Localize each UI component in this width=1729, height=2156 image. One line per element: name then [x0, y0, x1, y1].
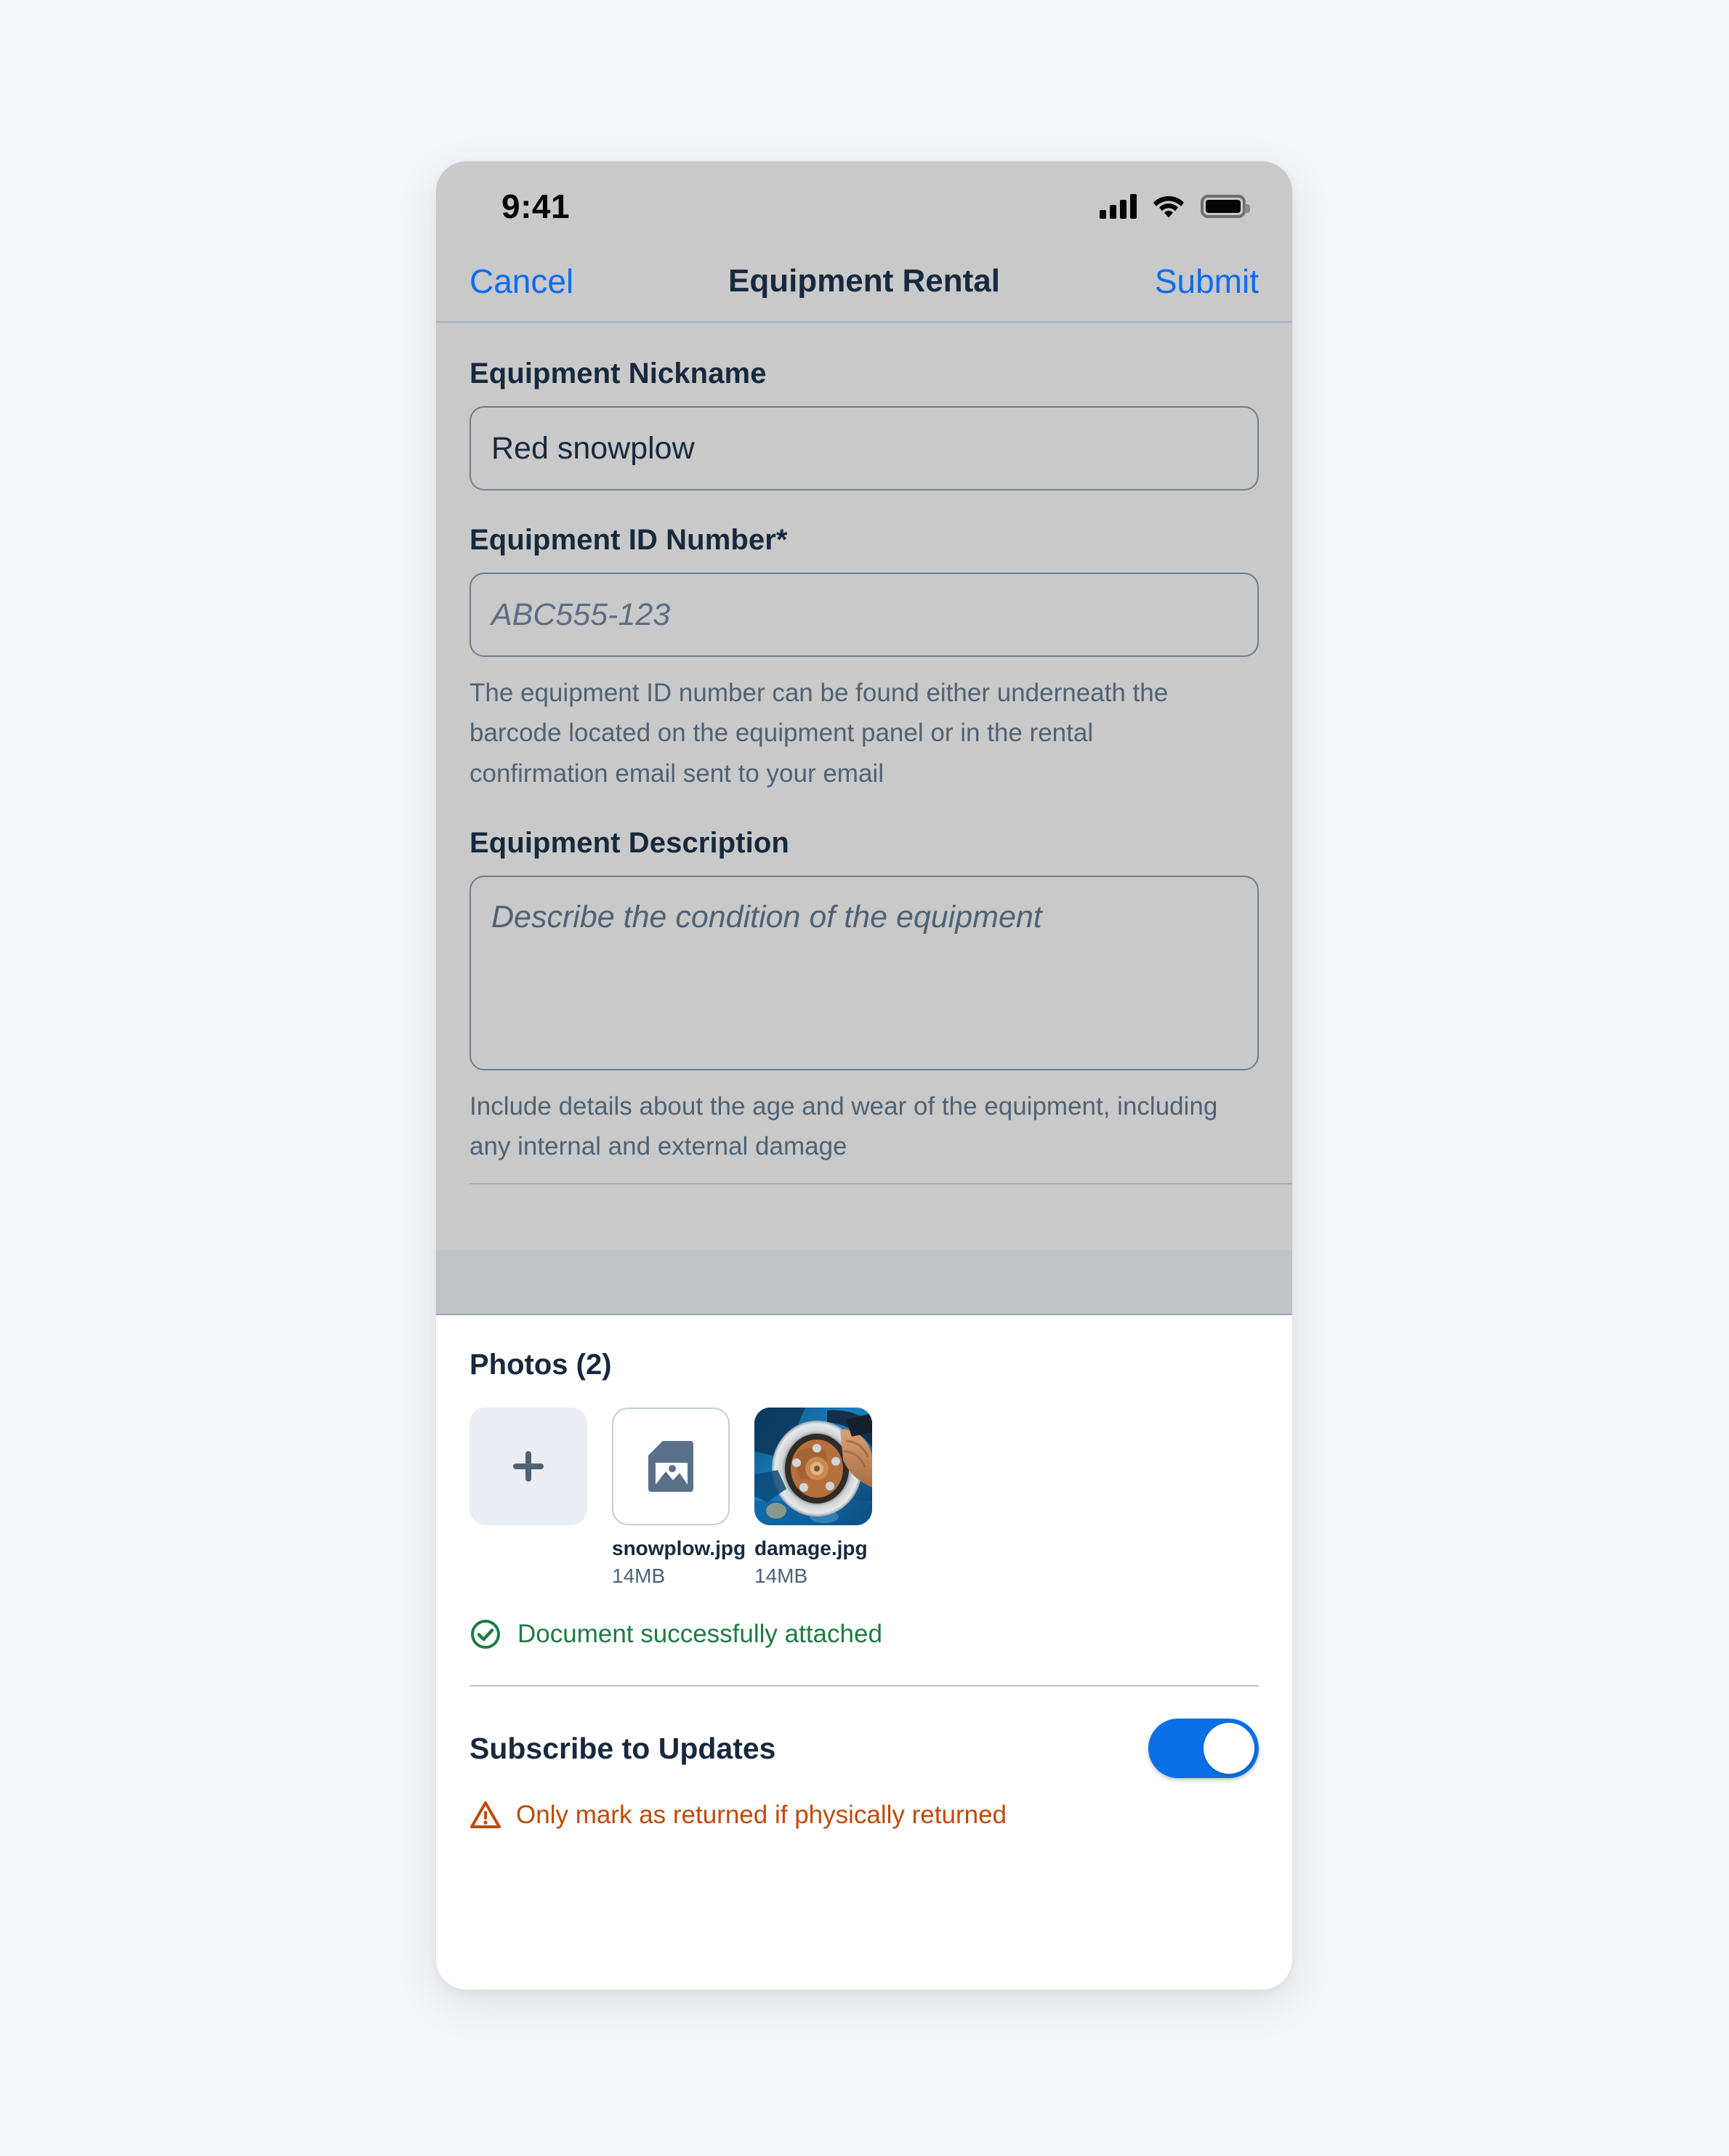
- field-equipment-nickname: Equipment Nickname Red snowplow: [469, 358, 1259, 490]
- photo-file-size: 14MB: [754, 1564, 808, 1588]
- status-bar: 9:41: [436, 161, 1292, 241]
- subscribe-toggle[interactable]: [1148, 1719, 1259, 1779]
- photos-thumbnail-row: snowplow.jpg 14MB damage.jpg 14MB: [469, 1408, 1259, 1588]
- brake-rotor-photo: [754, 1408, 872, 1525]
- wifi-icon: [1153, 196, 1184, 218]
- equipment-id-input[interactable]: ABC555-123: [469, 573, 1259, 657]
- photo-thumbnail-snowplow[interactable]: [612, 1408, 730, 1525]
- status-bar-time: 9:41: [501, 187, 571, 225]
- return-warning-text: Only mark as returned if physically retu…: [516, 1801, 1007, 1830]
- equipment-description-textarea[interactable]: Describe the condition of the equipment: [469, 875, 1259, 1070]
- equipment-description-helper-text: Include details about the age and wear o…: [469, 1091, 1218, 1161]
- check-circle-icon: [471, 1620, 500, 1650]
- attachment-status-text: Document successfully attached: [517, 1620, 882, 1649]
- photo-item-damage: damage.jpg 14MB: [754, 1408, 872, 1588]
- equipment-nickname-input[interactable]: Red snowplow: [469, 406, 1259, 490]
- photo-item-snowplow: snowplow.jpg 14MB: [612, 1408, 746, 1588]
- page-canvas: 9:41 Cancel Equipment Rental Submit Equi…: [0, 0, 1729, 2156]
- photo-file-size: 14MB: [612, 1564, 666, 1588]
- field-equipment-id: Equipment ID Number* ABC555-123 The equi…: [469, 524, 1259, 794]
- form-section-divider: [469, 1183, 1292, 1184]
- sheet-gap-band: [436, 1250, 1292, 1315]
- photos-section-title: Photos (2): [469, 1349, 612, 1381]
- subscribe-label: Subscribe to Updates: [469, 1731, 776, 1765]
- form-scroll-area: Equipment Nickname Red snowplow Equipmen…: [436, 323, 1292, 1250]
- plus-icon: [513, 1451, 544, 1482]
- subscribe-section: Subscribe to Updates Only mark as return…: [469, 1687, 1259, 1830]
- photos-sheet: Photos (2) snowplow.jpg 14MB damage.jpg …: [436, 1315, 1292, 1990]
- cancel-button[interactable]: Cancel: [469, 262, 573, 301]
- subscribe-row: Subscribe to Updates: [469, 1719, 1259, 1779]
- photo-file-name: snowplow.jpg: [612, 1537, 746, 1559]
- file-image-icon: [648, 1441, 693, 1492]
- status-bar-icons: [1100, 194, 1250, 219]
- equipment-nickname-label: Equipment Nickname: [469, 358, 767, 389]
- warning-triangle-icon: [470, 1801, 501, 1829]
- add-photo-button[interactable]: [469, 1408, 587, 1525]
- attachment-status: Document successfully attached: [469, 1618, 1259, 1650]
- photo-file-name: damage.jpg: [754, 1537, 868, 1559]
- return-warning: Only mark as returned if physically retu…: [469, 1800, 1259, 1830]
- battery-icon: [1201, 195, 1250, 218]
- field-equipment-description: Equipment Description Describe the condi…: [469, 827, 1259, 1167]
- navigation-bar: Cancel Equipment Rental Submit: [436, 241, 1292, 323]
- cellular-signal-icon: [1100, 194, 1137, 219]
- toggle-knob: [1204, 1723, 1254, 1775]
- equipment-id-label: Equipment ID Number*: [469, 524, 788, 556]
- equipment-id-helper-text: The equipment ID number can be found eit…: [469, 679, 1169, 788]
- phone-frame: 9:41 Cancel Equipment Rental Submit Equi…: [436, 161, 1292, 1990]
- photo-thumbnail-damage[interactable]: [754, 1408, 872, 1525]
- submit-button[interactable]: Submit: [1155, 262, 1259, 301]
- add-photo-column: [469, 1408, 587, 1525]
- equipment-description-label: Equipment Description: [469, 826, 789, 859]
